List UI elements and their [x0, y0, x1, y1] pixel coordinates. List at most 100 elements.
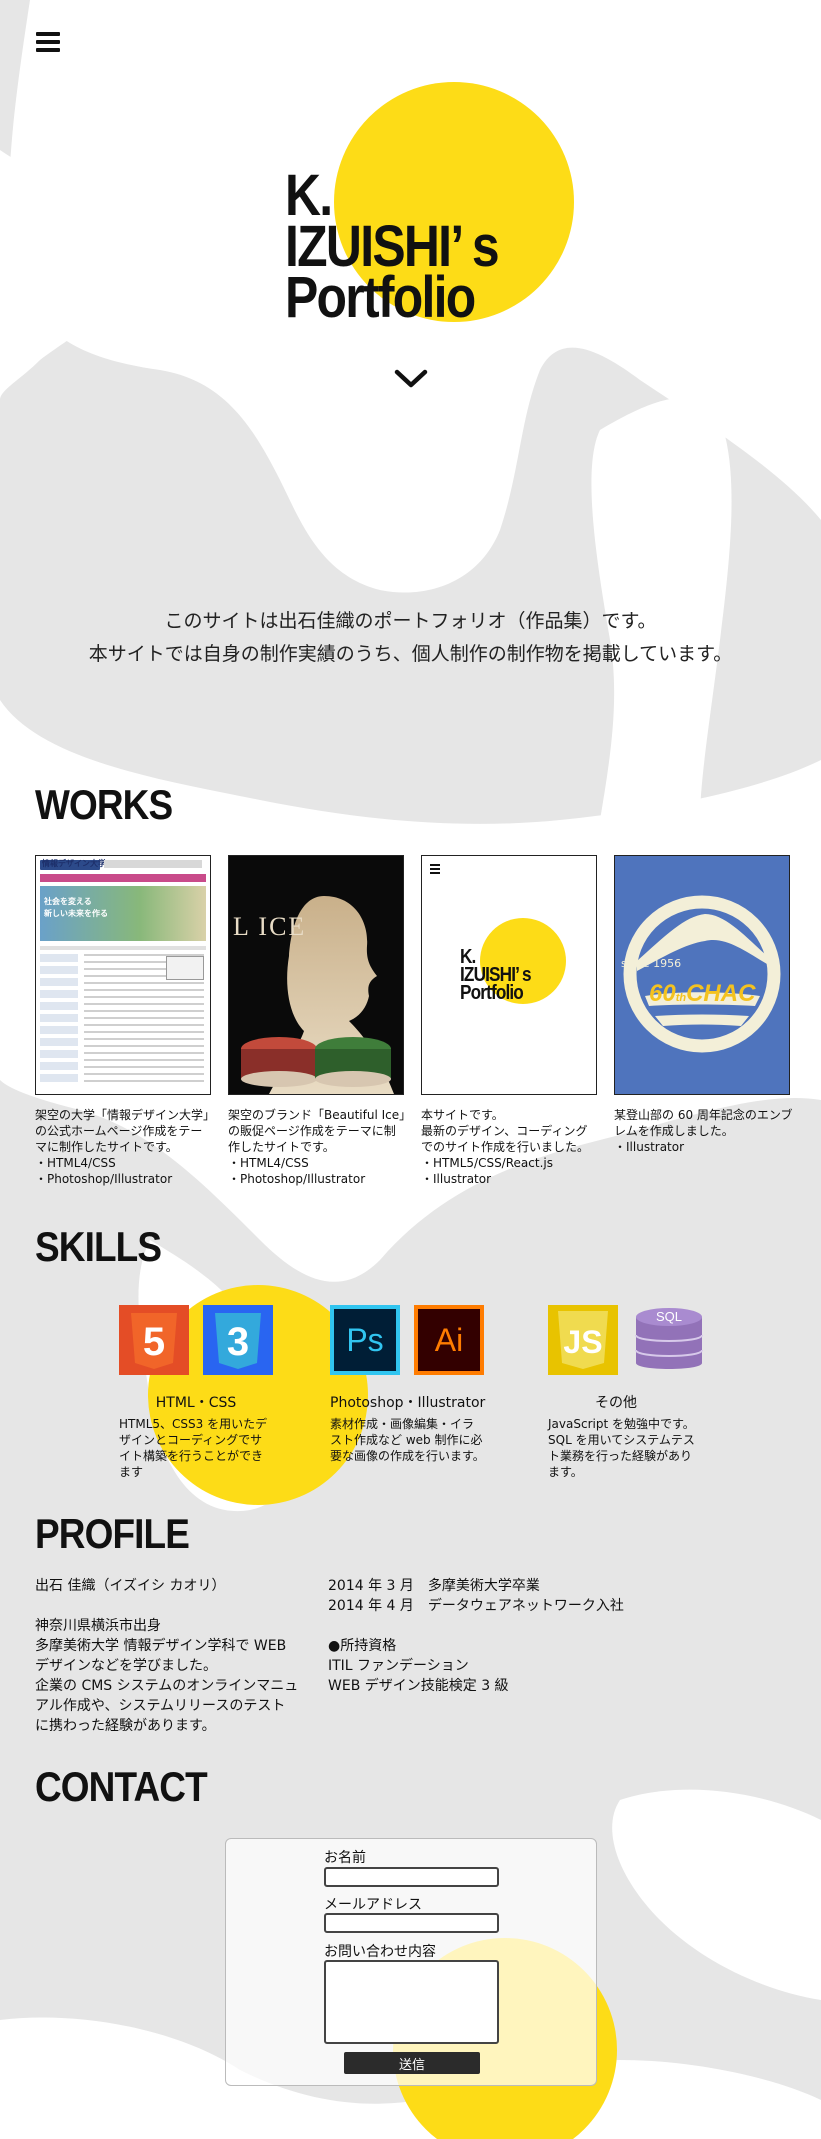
- javascript-icon: JS: [548, 1305, 618, 1375]
- work-description-portfolio: 本サイトです。 最新のデザイン、コーディング でのサイト作成を行いました。 ・H…: [421, 1107, 597, 1187]
- submit-button[interactable]: 送信: [344, 2052, 480, 2074]
- work4-desc-line: 某登山部の 60 周年記念のエンブ: [614, 1108, 793, 1122]
- emblem-th: th: [675, 992, 687, 1004]
- skills-section: 5 3 HTML・CSS HTML5、CSS3 を用いたデ ザインとコーディング…: [0, 1300, 821, 1500]
- skill-desc-photoshop-illustrator: 素材作成・画像編集・イラ スト作成など web 制作に必 要な画像の作成を行いま…: [330, 1416, 485, 1464]
- profile-bio-line: アル作成や、システムリリースのテスト: [35, 1698, 286, 1714]
- thumb-university-banner1: 社会を変える: [44, 897, 92, 906]
- work-thumbnail-emblem: since 1956 60thCHAC: [614, 855, 790, 1095]
- hero-title: K. IZUISHI’ s Portfolio: [285, 167, 500, 330]
- illustrator-icon-label: Ai: [435, 1322, 463, 1358]
- work3-desc-line: 最新のデザイン、コーディング: [421, 1124, 588, 1138]
- profile-history-line: 2014 年 3 月 多摩美術大学卒業: [328, 1578, 540, 1594]
- work-card-beautiful-ice[interactable]: L ICE 架空のブランド「Beautiful Ice」 の販促ページ作成をテー…: [228, 855, 412, 1187]
- profile-bio-line: 神奈川県横浜市出身: [35, 1618, 161, 1634]
- skill2-desc-line: 要な画像の作成を行います。: [330, 1449, 485, 1463]
- work-description-emblem: 某登山部の 60 周年記念のエンブ レムを作成しました。 ・Illustrato…: [614, 1107, 793, 1155]
- intro-line2: 本サイトでは自身の制作実績のうち、個人制作の制作物を掲載しています。: [88, 643, 733, 665]
- work4-desc-line: レムを作成しました。: [614, 1124, 734, 1138]
- silhouette-image: [241, 896, 394, 1094]
- profile-history-line: 2014 年 4 月 データウェアネットワーク入社: [328, 1598, 624, 1614]
- work3-desc-line: ・Illustrator: [421, 1172, 492, 1186]
- works-heading: WORKS: [35, 781, 173, 828]
- profile-history: 2014 年 3 月 多摩美術大学卒業 2014 年 4 月 データウェアネット…: [328, 1576, 624, 1696]
- skill1-desc-line: HTML5、CSS3 を用いたデ: [119, 1417, 268, 1431]
- work2-desc-line: 架空のブランド「Beautiful Ice」: [228, 1108, 412, 1122]
- message-label: お問い合わせ内容: [324, 1944, 436, 1960]
- thumb-portfolio-title: K. IZUISHI’ s Portfolio: [460, 947, 532, 1004]
- emblem-number-text: 60thCHAC: [649, 980, 755, 1008]
- photoshop-icon: Ps: [330, 1305, 400, 1375]
- skill1-desc-line: ます: [119, 1465, 144, 1479]
- contact-heading: CONTACT: [35, 1763, 208, 1810]
- skill2-desc-line: スト作成など web 制作に必: [330, 1433, 483, 1447]
- work-card-emblem[interactable]: since 1956 60thCHAC 某登山部の 60 周年記念のエンブ レム…: [614, 855, 793, 1155]
- work4-desc-line: ・Illustrator: [614, 1140, 685, 1154]
- work1-desc-line: 架空の大学「情報デザイン大学」: [35, 1108, 216, 1122]
- thumb-menu-icon: [430, 864, 440, 874]
- work-thumbnail-beautiful-ice: L ICE: [228, 855, 404, 1095]
- name-input[interactable]: [324, 1867, 499, 1887]
- work-card-university-site[interactable]: 情報デザイン大学 社会を変える 新しい未来を作る 架空の大学「情報デザイン大学」…: [35, 855, 216, 1187]
- message-textarea[interactable]: [324, 1960, 499, 2044]
- profile-bio: 出石 佳織（イズイシ カオリ） 神奈川県横浜市出身 多摩美術大学 情報デザイン学…: [35, 1576, 298, 1736]
- work-card-portfolio[interactable]: K. IZUISHI’ s Portfolio 本サイトです。 最新のデザイン、…: [421, 855, 597, 1187]
- thumb-ice-text: L ICE: [233, 912, 307, 941]
- work1-desc-line: ・Photoshop/Illustrator: [35, 1172, 173, 1186]
- work2-desc-line: ・Photoshop/Illustrator: [228, 1172, 366, 1186]
- work1-desc-line: ・HTML4/CSS: [35, 1156, 116, 1170]
- emblem-name: CHAC: [686, 980, 756, 1007]
- email-input[interactable]: [324, 1913, 499, 1933]
- photoshop-icon-label: Ps: [346, 1322, 383, 1358]
- thumb-portfolio-line3: Portfolio: [460, 982, 524, 1004]
- profile-history-line: [328, 1616, 624, 1636]
- css3-icon-label: 3: [227, 1320, 249, 1364]
- work3-desc-line: 本サイトです。: [421, 1108, 504, 1122]
- skill3-desc-line: ト業務を行った経験があり: [548, 1449, 693, 1463]
- work2-desc-line: 作したサイトです。: [228, 1140, 335, 1154]
- work-thumbnail-portfolio: K. IZUISHI’ s Portfolio: [421, 855, 597, 1095]
- work3-desc-line: でのサイト作成を行いました。: [421, 1140, 590, 1154]
- skills-heading: SKILLS: [35, 1223, 162, 1270]
- profile-bio-line: に携わった経験があります。: [35, 1718, 216, 1734]
- profile-heading: PROFILE: [35, 1510, 190, 1557]
- emblem-since-text: since 1956: [621, 957, 682, 970]
- work1-desc-line: の公式ホームページ作成をテー: [35, 1124, 203, 1138]
- profile-bio-line: [35, 1596, 298, 1616]
- html5-icon-label: 5: [143, 1320, 165, 1364]
- name-label: お名前: [324, 1850, 366, 1866]
- thumb-university-title: 情報デザイン大学: [42, 859, 106, 868]
- skill2-desc-line: 素材作成・画像編集・イラ: [330, 1417, 475, 1431]
- profile-bio-line: 企業の CMS システムのオンラインマニュ: [35, 1678, 299, 1694]
- profile-bio-line: デザインなどを学びました。: [35, 1658, 217, 1674]
- skill1-desc-line: ザインとコーディングでサ: [119, 1433, 263, 1447]
- sql-icon-label: SQL: [656, 1309, 682, 1324]
- skill3-desc-line: SQL を用いてシステムテス: [548, 1433, 695, 1447]
- css3-icon: 3: [203, 1305, 273, 1375]
- thumb-university-banner2: 新しい未来を作る: [44, 909, 108, 918]
- profile-qualification: ITIL ファンデーション: [328, 1658, 469, 1674]
- contact-form: お名前 メールアドレス お問い合わせ内容 送信: [225, 1838, 597, 2086]
- profile-qualification: WEB デザイン技能検定 3 級: [328, 1678, 509, 1694]
- hero-title-line3: Portfolio: [285, 265, 476, 330]
- work-description-university: 架空の大学「情報デザイン大学」 の公式ホームページ作成をテー マに制作したサイト…: [35, 1107, 216, 1187]
- sql-database-icon: SQL: [635, 1308, 703, 1369]
- skill-title-other: その他: [595, 1395, 637, 1411]
- work2-desc-line: の販促ページ作成をテーマに制: [228, 1124, 396, 1138]
- profile-name: 出石 佳織（イズイシ カオリ）: [35, 1578, 226, 1594]
- skill-title-html-css: HTML・CSS: [155, 1395, 237, 1411]
- profile-qualifications-label: ●所持資格: [328, 1638, 397, 1654]
- hamburger-menu-icon[interactable]: [36, 32, 60, 56]
- skill-title-photoshop-illustrator: Photoshop・Illustrator: [330, 1395, 486, 1411]
- skill-desc-html-css: HTML5、CSS3 を用いたデ ザインとコーディングでサ イト構築を行うことが…: [119, 1416, 267, 1480]
- emblem-num: 60: [649, 980, 676, 1007]
- work2-desc-line: ・HTML4/CSS: [228, 1156, 309, 1170]
- javascript-icon-label: JS: [563, 1324, 602, 1360]
- chevron-down-icon[interactable]: [394, 368, 428, 390]
- profile-bio-line: 多摩美術大学 情報デザイン学科で WEB: [35, 1638, 287, 1654]
- skill-desc-other: JavaScript を勉強中です。 SQL を用いてシステムテス ト業務を行っ…: [548, 1416, 695, 1480]
- work-thumbnail-university: 情報デザイン大学 社会を変える 新しい未来を作る: [35, 855, 211, 1095]
- skill3-desc-line: JavaScript を勉強中です。: [548, 1417, 695, 1431]
- html5-icon: 5: [119, 1305, 189, 1375]
- email-label: メールアドレス: [324, 1897, 422, 1913]
